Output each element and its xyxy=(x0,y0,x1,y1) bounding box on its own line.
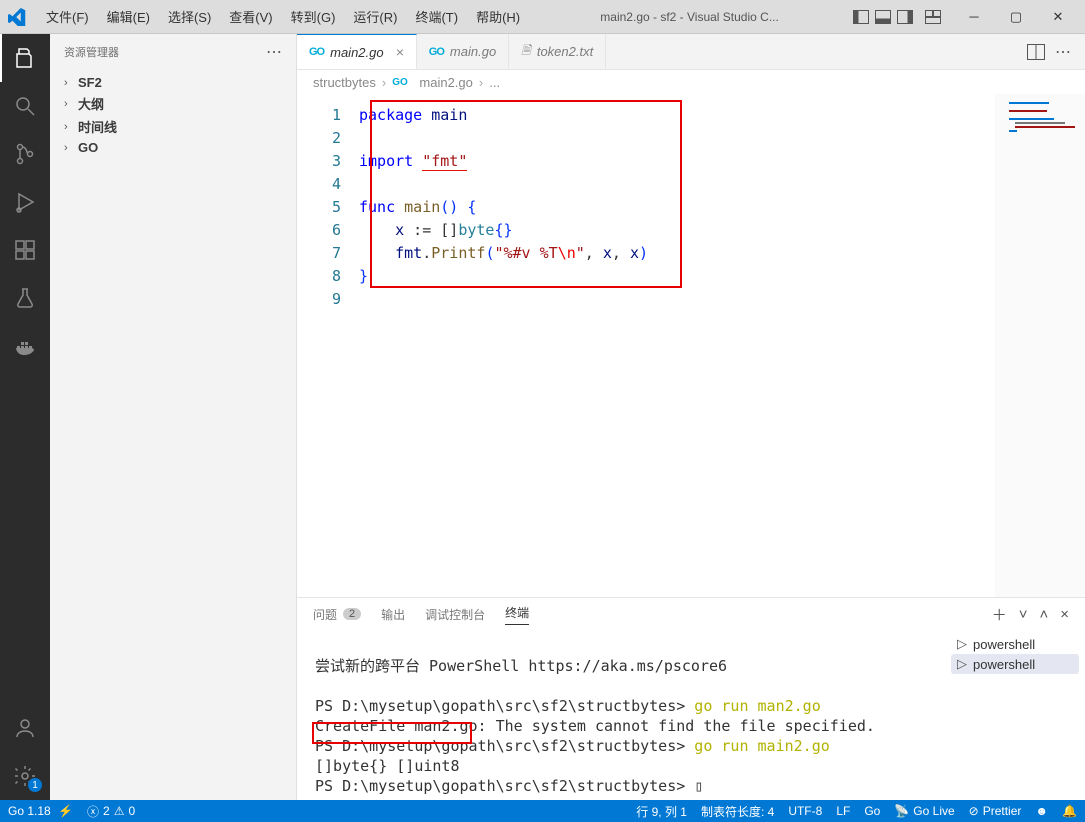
status-go-version[interactable]: Go 1.18 ⚡ xyxy=(8,804,73,818)
text-file-icon: 🗎 xyxy=(521,41,531,62)
close-tab-icon[interactable]: × xyxy=(396,44,404,60)
docker-icon[interactable] xyxy=(0,322,50,370)
menu-view[interactable]: 查看(V) xyxy=(221,3,280,30)
line-numbers: 123456789 xyxy=(297,94,359,597)
terminal-icon: ▷ xyxy=(957,656,967,672)
layout-icons xyxy=(851,7,943,27)
explorer-icon[interactable] xyxy=(0,34,50,82)
source-control-icon[interactable] xyxy=(0,130,50,178)
status-go-live[interactable]: 📡 Go Live xyxy=(894,804,954,818)
status-prettier[interactable]: ⊘ Prettier xyxy=(969,804,1022,818)
breadcrumb-folder[interactable]: structbytes xyxy=(313,75,376,90)
terminal-output[interactable]: 尝试新的跨平台 PowerShell https://aka.ms/pscore… xyxy=(297,630,945,800)
testing-icon[interactable] xyxy=(0,274,50,322)
toggle-panel-icon[interactable] xyxy=(873,7,893,27)
sidebar-title: 资源管理器 xyxy=(64,44,119,60)
chevron-right-icon: › xyxy=(64,121,74,133)
sidebar: 资源管理器 ⋯ ›SF2 ›大纲 ›时间线 ›GO xyxy=(50,34,297,800)
sidebar-item-outline[interactable]: ›大纲 xyxy=(50,92,296,115)
tab-main2-go[interactable]: GO main2.go × xyxy=(297,34,417,69)
debug-icon[interactable] xyxy=(0,178,50,226)
chevron-right-icon: › xyxy=(479,75,483,90)
chevron-right-icon: › xyxy=(64,142,74,154)
menu-edit[interactable]: 编辑(E) xyxy=(99,3,158,30)
menu-bar: 文件(F) 编辑(E) 选择(S) 查看(V) 转到(G) 运行(R) 终端(T… xyxy=(34,3,528,30)
close-window-button[interactable]: ✕ xyxy=(1037,2,1079,32)
panel-tab-output[interactable]: 输出 xyxy=(381,606,405,623)
problems-count-badge: 2 xyxy=(343,608,361,620)
status-bell-icon[interactable]: 🔔 xyxy=(1062,804,1077,818)
menu-terminal[interactable]: 终端(T) xyxy=(407,3,466,30)
minimize-button[interactable]: ─ xyxy=(953,2,995,32)
tab-main-go[interactable]: GO main.go xyxy=(417,34,509,69)
status-errors[interactable]: ⓧ 2 ⚠ 0 xyxy=(87,803,135,820)
minimap[interactable] xyxy=(995,94,1085,597)
settings-badge: 1 xyxy=(28,778,42,792)
sidebar-more-icon[interactable]: ⋯ xyxy=(266,42,282,62)
vscode-logo-icon xyxy=(0,8,34,26)
sidebar-sections: ›SF2 ›大纲 ›时间线 ›GO xyxy=(50,69,296,161)
status-encoding[interactable]: UTF-8 xyxy=(788,804,822,818)
editor-tabs: GO main2.go × GO main.go 🗎 token2.txt ⋯ xyxy=(297,34,1085,70)
toggle-sidebar-icon[interactable] xyxy=(851,7,871,27)
editor-area: GO main2.go × GO main.go 🗎 token2.txt ⋯ xyxy=(297,34,1085,800)
panel-close-icon[interactable]: × xyxy=(1060,606,1069,623)
new-terminal-icon[interactable]: ＋ xyxy=(992,604,1007,625)
breadcrumb-ellipsis[interactable]: ... xyxy=(489,75,500,90)
tab-label: main.go xyxy=(450,44,496,59)
chevron-right-icon: › xyxy=(64,98,74,110)
bottom-panel: 问题2 输出 调试控制台 终端 ＋ ˅ ˄ × 尝试新的跨平台 PowerShe… xyxy=(297,597,1085,800)
panel-maximize-icon[interactable]: ˄ xyxy=(1039,606,1048,623)
terminal-icon: ▷ xyxy=(957,636,967,652)
account-icon[interactable] xyxy=(0,704,50,752)
status-indent[interactable]: 制表符长度: 4 xyxy=(701,803,774,820)
menu-select[interactable]: 选择(S) xyxy=(160,3,219,30)
status-lang[interactable]: Go xyxy=(864,804,880,818)
maximize-button[interactable]: ▢ xyxy=(995,2,1037,32)
window-controls: ─ ▢ ✕ xyxy=(953,2,1079,32)
panel-tab-debug[interactable]: 调试控制台 xyxy=(425,606,485,623)
chevron-right-icon: › xyxy=(64,77,74,89)
tab-token2-txt[interactable]: 🗎 token2.txt xyxy=(509,34,606,69)
go-file-icon: GO xyxy=(309,46,324,58)
menu-help[interactable]: 帮助(H) xyxy=(468,3,528,30)
breadcrumb[interactable]: structbytes › GO main2.go › ... xyxy=(297,70,1085,94)
panel-tab-problems[interactable]: 问题2 xyxy=(313,606,361,623)
search-icon[interactable] xyxy=(0,82,50,130)
chevron-right-icon: › xyxy=(382,75,386,90)
status-eol[interactable]: LF xyxy=(836,804,850,818)
sidebar-header: 资源管理器 ⋯ xyxy=(50,34,296,69)
status-bar: Go 1.18 ⚡ ⓧ 2 ⚠ 0 行 9, 列 1 制表符长度: 4 UTF-… xyxy=(0,800,1085,822)
editor-body[interactable]: 123456789 package main import "fmt" func… xyxy=(297,94,1085,597)
go-file-icon: GO xyxy=(429,46,444,58)
sidebar-item-timeline[interactable]: ›时间线 xyxy=(50,115,296,138)
breadcrumb-file[interactable]: GO main2.go xyxy=(392,75,473,90)
panel-tab-terminal[interactable]: 终端 xyxy=(505,604,529,625)
panel-tabs: 问题2 输出 调试控制台 终端 ＋ ˅ ˄ × xyxy=(297,598,1085,630)
terminal-dropdown-icon[interactable]: ˅ xyxy=(1019,606,1028,623)
toggle-secondary-icon[interactable] xyxy=(895,7,915,27)
activity-bar: 1 xyxy=(0,34,50,800)
window-title: main2.go - sf2 - Visual Studio C... xyxy=(528,10,851,24)
sidebar-item-sf2[interactable]: ›SF2 xyxy=(50,73,296,92)
status-cursor-pos[interactable]: 行 9, 列 1 xyxy=(636,803,687,820)
menu-goto[interactable]: 转到(G) xyxy=(283,3,344,30)
menu-run[interactable]: 运行(R) xyxy=(345,3,405,30)
terminal-entry[interactable]: ▷powershell xyxy=(951,654,1079,674)
terminal-list: ▷powershell ▷powershell xyxy=(945,630,1085,800)
tab-more-icon[interactable]: ⋯ xyxy=(1055,42,1071,62)
settings-gear-icon[interactable]: 1 xyxy=(0,752,50,800)
title-bar: 文件(F) 编辑(E) 选择(S) 查看(V) 转到(G) 运行(R) 终端(T… xyxy=(0,0,1085,34)
code-content[interactable]: package main import "fmt" func main() { … xyxy=(359,94,1085,597)
split-editor-icon[interactable] xyxy=(1027,44,1045,60)
customize-layout-icon[interactable] xyxy=(923,7,943,27)
status-feedback-icon[interactable]: ☻ xyxy=(1035,804,1048,818)
terminal-entry[interactable]: ▷powershell xyxy=(951,634,1079,654)
tab-label: token2.txt xyxy=(537,44,593,59)
extensions-icon[interactable] xyxy=(0,226,50,274)
menu-file[interactable]: 文件(F) xyxy=(38,3,97,30)
sidebar-item-go[interactable]: ›GO xyxy=(50,138,296,157)
tab-label: main2.go xyxy=(330,45,383,60)
